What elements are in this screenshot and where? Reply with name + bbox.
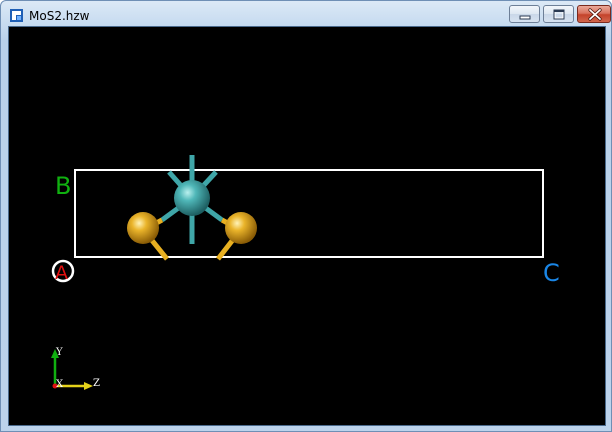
maximize-button[interactable] xyxy=(543,5,574,23)
cell-label-b: B xyxy=(55,172,71,200)
x-axis-label: X xyxy=(56,379,64,390)
cell-label-c: C xyxy=(543,259,560,287)
y-axis-label: Y xyxy=(55,347,63,358)
axis-triad: Y Z X xyxy=(51,347,100,390)
maximize-icon xyxy=(553,9,565,20)
s-atom[interactable] xyxy=(127,212,159,244)
cell-label-a: A xyxy=(55,262,68,284)
window-title: MoS2.hzw xyxy=(29,9,90,23)
minimize-button[interactable] xyxy=(509,5,540,23)
minimize-icon xyxy=(519,15,531,20)
close-icon xyxy=(588,8,602,21)
structure-scene[interactable]: B C A Y Z X xyxy=(9,27,605,425)
mo-atom[interactable] xyxy=(174,180,210,216)
z-axis-arrowhead xyxy=(84,382,93,390)
z-axis-label: Z xyxy=(93,378,100,389)
app-window: MoS2.hzw B C A Y Z X xyxy=(0,0,612,432)
structure-viewport[interactable]: B C A Y Z X xyxy=(8,26,606,426)
title-bar[interactable]: MoS2.hzw xyxy=(1,1,611,27)
s-atom[interactable] xyxy=(225,212,257,244)
app-icon xyxy=(10,9,23,22)
close-button[interactable] xyxy=(577,5,611,23)
